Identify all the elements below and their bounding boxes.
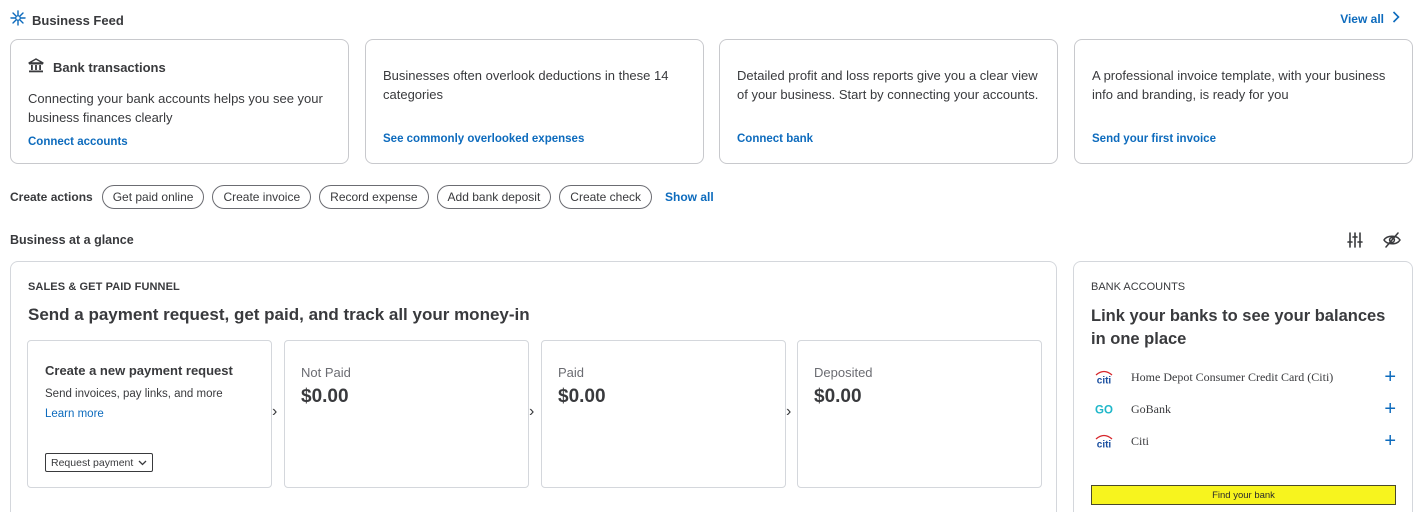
create-actions-label: Create actions <box>10 190 93 204</box>
bank-accounts-eyebrow: BANK ACCOUNTS <box>1091 281 1186 293</box>
view-all-label: View all <box>1340 11 1384 26</box>
bank-row-home-depot[interactable]: citi Home Depot Consumer Credit Card (Ci… <box>1091 366 1396 388</box>
bank-accounts-heading: Link your banks to see your balances in … <box>1091 307 1386 348</box>
business-feed-title: Business Feed <box>32 12 124 28</box>
chevron-right-icon: › <box>786 403 792 420</box>
card-text: Detailed profit and loss reports give yo… <box>737 68 1039 102</box>
bank-name: GoBank <box>1131 401 1171 416</box>
feed-card-bank-transactions: Bank transactions Connecting your bank a… <box>10 39 349 164</box>
funnel-eyebrow: SALES & GET PAID FUNNEL <box>28 281 180 293</box>
overlooked-expenses-link[interactable]: See commonly overlooked expenses <box>383 133 584 145</box>
stage-amount: $0.00 <box>301 386 349 407</box>
bank-row-gobank[interactable]: GO GoBank + <box>1091 398 1396 420</box>
add-bank-deposit-button[interactable]: Add bank deposit <box>436 185 552 209</box>
card-text: A professional invoice template, with yo… <box>1092 68 1386 102</box>
customize-sliders-icon[interactable] <box>1346 231 1364 254</box>
card-title: Bank transactions <box>53 59 166 75</box>
create-check-button[interactable]: Create check <box>559 185 652 209</box>
bank-row-citi[interactable]: citi Citi + <box>1091 430 1396 452</box>
chevron-down-icon <box>138 457 147 469</box>
connect-accounts-link[interactable]: Connect accounts <box>28 136 128 148</box>
sparkle-icon <box>10 9 26 31</box>
request-subtitle: Send invoices, pay links, and more <box>45 388 223 400</box>
connect-bank-link[interactable]: Connect bank <box>737 133 813 145</box>
svg-text:citi: citi <box>1097 376 1112 386</box>
stage-label: Paid <box>558 365 585 380</box>
hide-eye-icon[interactable] <box>1382 231 1402 254</box>
request-payment-dropdown[interactable]: Request payment <box>45 453 154 472</box>
stage-label: Not Paid <box>301 365 351 380</box>
chevron-right-icon <box>1392 11 1400 26</box>
gobank-logo-icon: GO <box>1091 398 1117 420</box>
create-actions-row: Create actions Get paid online Create in… <box>10 184 714 210</box>
stage-amount: $0.00 <box>558 386 606 407</box>
send-first-invoice-link[interactable]: Send your first invoice <box>1092 133 1216 145</box>
card-text: Businesses often overlook deductions in … <box>383 68 669 102</box>
citi-logo-icon: citi <box>1091 430 1117 452</box>
feed-card-invoice-template: A professional invoice template, with yo… <box>1074 39 1413 164</box>
bank-building-icon <box>28 58 44 76</box>
request-payment-label: Request payment <box>51 456 134 469</box>
feed-card-deductions: Businesses often overlook deductions in … <box>365 39 704 164</box>
show-all-link[interactable]: Show all <box>665 190 714 204</box>
request-title: Create a new payment request <box>45 363 233 378</box>
add-plus-icon[interactable]: + <box>1384 431 1396 451</box>
citi-logo-icon: citi <box>1091 366 1117 388</box>
feed-card-profit-loss: Detailed profit and loss reports give yo… <box>719 39 1058 164</box>
sales-funnel-panel: SALES & GET PAID FUNNEL Send a payment r… <box>10 261 1057 512</box>
funnel-heading: Send a payment request, get paid, and tr… <box>28 305 530 324</box>
view-all-link[interactable]: View all <box>1340 11 1400 26</box>
learn-more-link[interactable]: Learn more <box>45 408 104 420</box>
create-invoice-button[interactable]: Create invoice <box>212 185 312 209</box>
chevron-right-icon: › <box>529 403 535 420</box>
add-plus-icon[interactable]: + <box>1384 367 1396 387</box>
payment-request-card: Create a new payment request Send invoic… <box>27 340 272 488</box>
svg-text:GO: GO <box>1095 405 1113 417</box>
add-plus-icon[interactable]: + <box>1384 399 1396 419</box>
bank-accounts-panel: BANK ACCOUNTS Link your banks to see you… <box>1073 261 1413 512</box>
not-paid-card[interactable]: Not Paid $0.00 <box>284 340 529 488</box>
card-text: Connecting your bank accounts helps you … <box>28 91 323 125</box>
stage-label: Deposited <box>814 365 873 380</box>
chevron-right-icon: › <box>272 403 278 420</box>
bank-name: Citi <box>1131 433 1150 448</box>
stage-amount: $0.00 <box>814 386 862 407</box>
business-at-a-glance-title: Business at a glance <box>10 233 134 247</box>
svg-text:citi: citi <box>1097 440 1112 450</box>
record-expense-button[interactable]: Record expense <box>319 185 429 209</box>
business-feed-header: Business Feed <box>10 9 124 31</box>
deposited-card[interactable]: Deposited $0.00 <box>797 340 1042 488</box>
get-paid-online-button[interactable]: Get paid online <box>101 185 205 209</box>
paid-card[interactable]: Paid $0.00 <box>541 340 786 488</box>
find-your-bank-button[interactable]: Find your bank <box>1091 485 1396 505</box>
glance-toolbar <box>1346 231 1402 254</box>
card-title-row: Bank transactions <box>28 58 166 76</box>
bank-name: Home Depot Consumer Credit Card (Citi) <box>1131 369 1334 384</box>
